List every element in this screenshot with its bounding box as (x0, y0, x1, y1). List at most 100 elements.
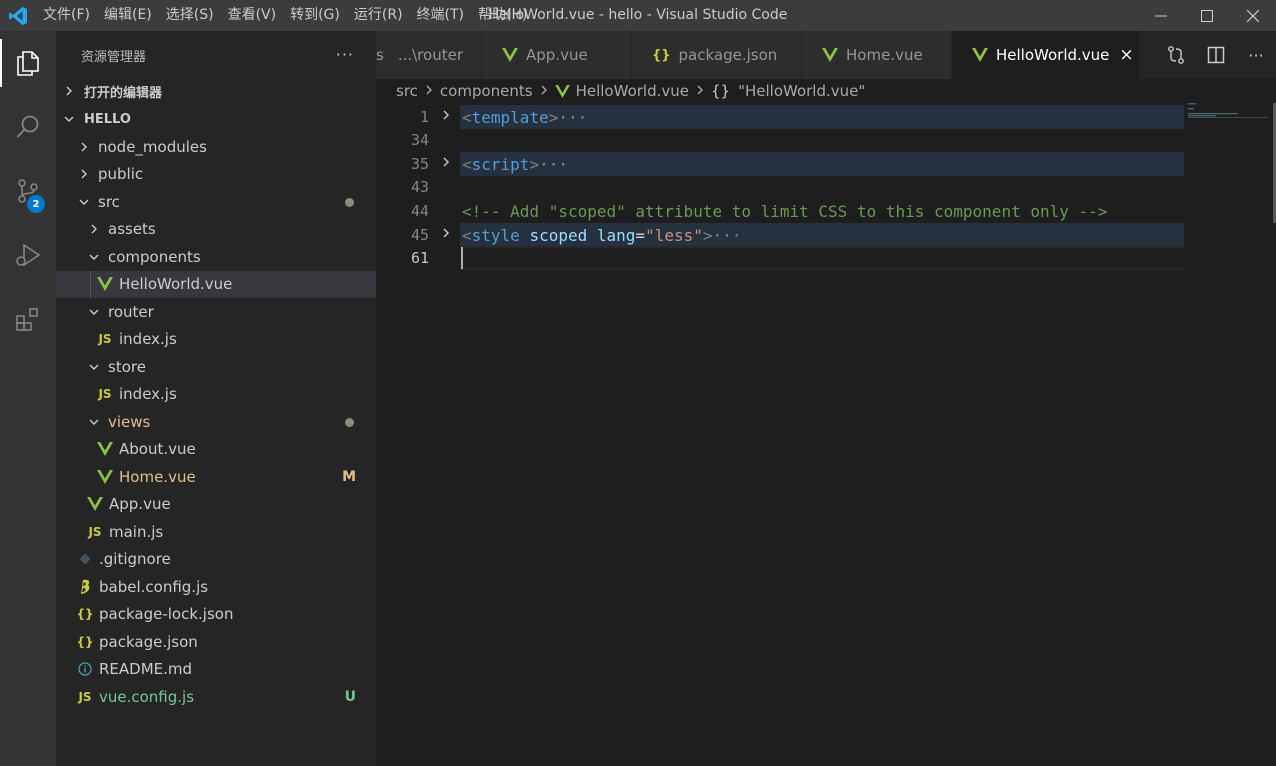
open-changes-button[interactable] (1156, 45, 1196, 65)
minimize-button[interactable] (1138, 0, 1184, 31)
tree-folder[interactable]: assets (56, 216, 376, 244)
code-line: 43 (376, 175, 1184, 199)
tree-file[interactable]: .gitignore (56, 546, 376, 574)
editor-actions: ··· (1148, 31, 1276, 79)
open-editors-label: 打开的编辑器 (84, 85, 163, 101)
minimap[interactable] (1184, 103, 1272, 766)
run-debug-button[interactable] (0, 223, 56, 287)
fold-chevron-icon[interactable] (441, 156, 451, 172)
fold-chevron-icon[interactable] (441, 227, 451, 243)
tree-folder[interactable]: node_modules (56, 133, 376, 161)
menu-help[interactable]: 帮助(H) (471, 0, 534, 31)
close-icon (1247, 9, 1259, 22)
explorer-header: 资源管理器 ··· (56, 31, 376, 79)
activity-bar: 2 (0, 31, 56, 766)
tree-file[interactable]: App.vue (56, 491, 376, 519)
editor-more-button[interactable]: ··· (1236, 46, 1276, 65)
menu-selection[interactable]: 选择(S) (159, 0, 221, 31)
vue-icon (86, 497, 104, 512)
tree-item-label: .gitignore (99, 550, 171, 569)
tree-folder[interactable]: src (56, 188, 376, 216)
search-icon (16, 115, 39, 138)
tab-helloworld-vue[interactable]: HelloWorld.vue × (952, 31, 1140, 79)
vscode-logo-icon[interactable] (0, 0, 36, 31)
tree-file[interactable]: README.md (56, 656, 376, 684)
tab-package-json[interactable]: {} package.json (632, 31, 802, 79)
json-icon: {} (652, 47, 671, 63)
files-icon (17, 51, 39, 76)
git-icon (76, 553, 94, 565)
babel-icon (76, 579, 94, 595)
git-status-badge: U (344, 688, 356, 705)
breadcrumb-file[interactable]: HelloWorld.vue (576, 82, 689, 100)
tree-folder[interactable]: views (56, 408, 376, 436)
tree-item-label: About.vue (119, 440, 196, 459)
tree-folder[interactable]: store (56, 353, 376, 381)
source-control-button[interactable]: 2 (0, 159, 56, 223)
split-editor-button[interactable] (1196, 46, 1236, 64)
tree-file[interactable]: babel.config.js (56, 573, 376, 601)
close-tab-button[interactable]: × (1119, 45, 1133, 65)
line-number: 45 (410, 226, 429, 244)
tree-file[interactable]: JS index.js (56, 381, 376, 409)
tree-folder[interactable]: router (56, 298, 376, 326)
menu-run[interactable]: 运行(R) (347, 0, 410, 31)
tree-folder[interactable]: public (56, 161, 376, 189)
breadcrumb-src[interactable]: src (396, 82, 418, 100)
menu-terminal[interactable]: 终端(T) (410, 0, 471, 31)
maximize-button[interactable] (1184, 0, 1230, 31)
split-editor-icon (1207, 46, 1225, 64)
project-section[interactable]: HELLO (56, 107, 376, 131)
tab-app-vue-label: App.vue (526, 46, 588, 64)
vue-icon (554, 84, 570, 98)
json-icon: {} (76, 607, 94, 622)
vue-icon (972, 48, 988, 62)
vue-icon (96, 277, 114, 292)
menu-go[interactable]: 转到(G) (283, 0, 347, 31)
breadcrumb-symbol[interactable]: "HelloWorld.vue" (738, 82, 865, 100)
tree-file[interactable]: HelloWorld.vue (56, 270, 376, 298)
tree-item-label: Home.vue (119, 467, 196, 486)
close-window-button[interactable] (1230, 0, 1276, 31)
text-cursor (461, 247, 463, 269)
tree-folder[interactable]: components (56, 243, 376, 271)
tree-item-label: assets (108, 220, 156, 239)
open-editors-section[interactable]: 打开的编辑器 (56, 79, 376, 103)
modified-dot (345, 198, 354, 207)
code-editor[interactable]: 1 <template>··· 34 35 <script>··· 43 44 … (376, 103, 1276, 766)
tree-file[interactable]: JS main.js (56, 518, 376, 546)
more-actions-button[interactable]: ··· (336, 45, 354, 64)
chevron-down-icon (86, 416, 102, 428)
tree-item-label: package-lock.json (99, 605, 234, 624)
breadcrumb-components[interactable]: components (440, 82, 533, 100)
tree-item-label: index.js (119, 330, 177, 349)
extensions-icon (16, 308, 38, 331)
vue-icon (502, 48, 518, 62)
javascript-icon: JS (98, 387, 112, 402)
line-number: 44 (410, 202, 429, 220)
menu-edit[interactable]: 编辑(E) (97, 0, 159, 31)
tab-home-vue[interactable]: Home.vue (802, 31, 952, 79)
menu-file[interactable]: 文件(F) (36, 0, 97, 31)
explorer-button[interactable] (0, 31, 56, 95)
tree-item-label: main.js (109, 522, 164, 541)
tree-file[interactable]: About.vue (56, 436, 376, 464)
code-line-content: <template>··· (376, 105, 1184, 129)
tab-app-vue[interactable]: App.vue (482, 31, 632, 79)
chevron-right-icon (76, 141, 92, 153)
tab-router[interactable]: s ...\router (376, 31, 482, 79)
tree-file[interactable]: JS vue.config.js U (56, 683, 376, 711)
tree-item-label: components (108, 247, 201, 266)
menu-bar: 文件(F) 编辑(E) 选择(S) 查看(V) 转到(G) 运行(R) 终端(T… (36, 0, 534, 31)
line-number: 43 (410, 178, 429, 196)
tree-item-label: package.json (99, 632, 198, 651)
chevron-down-icon (86, 361, 102, 373)
tree-file[interactable]: {} package.json (56, 628, 376, 656)
tree-file[interactable]: JS index.js (56, 326, 376, 354)
tree-file[interactable]: {} package-lock.json (56, 601, 376, 629)
search-button[interactable] (0, 95, 56, 159)
extensions-button[interactable] (0, 287, 56, 351)
menu-view[interactable]: 查看(V) (221, 0, 284, 31)
tree-file[interactable]: Home.vue M (56, 463, 376, 491)
window-controls (1138, 0, 1276, 31)
